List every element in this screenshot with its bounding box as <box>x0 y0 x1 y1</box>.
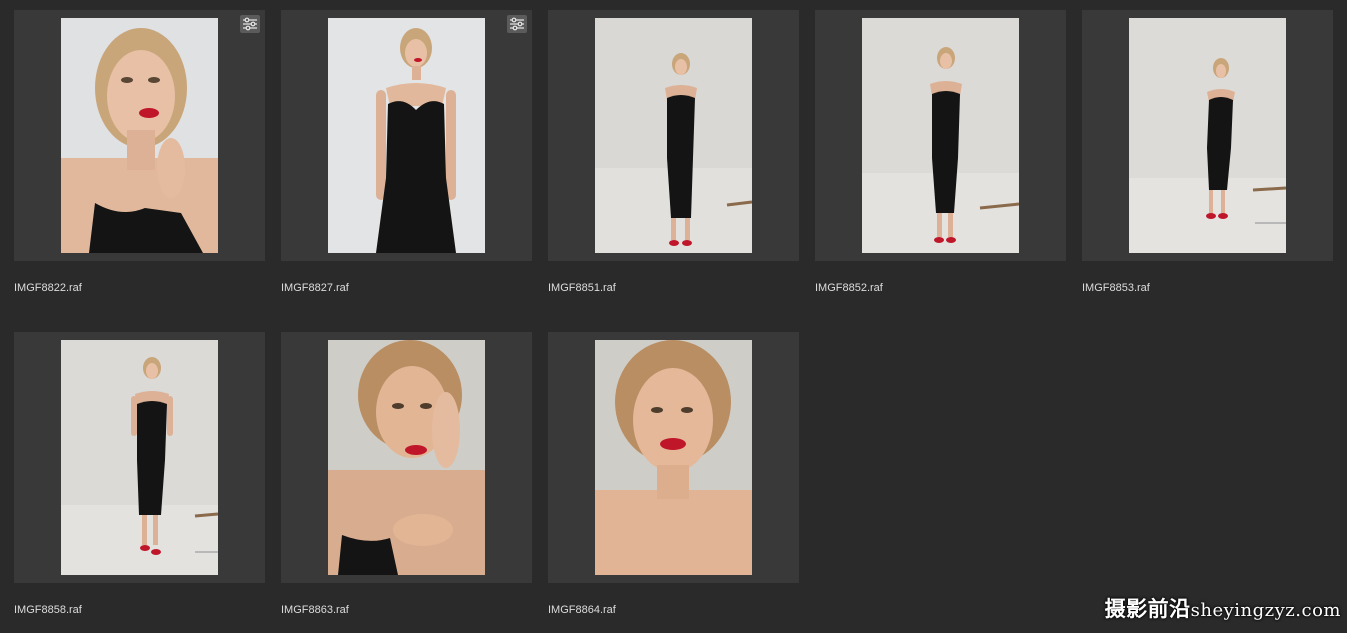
sliders-icon[interactable] <box>240 15 260 33</box>
photo-thumbnail[interactable] <box>61 340 218 575</box>
thumbnail-tile[interactable] <box>815 10 1066 261</box>
thumbnail-filename: IMGF8858.raf <box>14 604 82 616</box>
watermark-cjk: 摄影前沿 <box>1104 596 1191 621</box>
thumbnail-filename: IMGF8853.raf <box>1082 282 1150 294</box>
photo-thumbnail[interactable] <box>595 18 752 253</box>
photo-thumbnail[interactable] <box>61 18 218 253</box>
thumbnail-filename: IMGF8852.raf <box>815 282 883 294</box>
thumbnail-filename: IMGF8863.raf <box>281 604 349 616</box>
sliders-icon[interactable] <box>507 15 527 33</box>
thumbnail-filename: IMGF8827.raf <box>281 282 349 294</box>
photo-thumbnail[interactable] <box>328 340 485 575</box>
photo-thumbnail[interactable] <box>862 18 1019 253</box>
thumbnail-tile[interactable] <box>14 10 265 261</box>
thumbnail-tile[interactable] <box>281 332 532 583</box>
photo-thumbnail[interactable] <box>1129 18 1286 253</box>
thumbnail-grid: IMGF8822.raf IMGF8827.raf IMGF8851.raf I… <box>0 0 1347 633</box>
thumbnail-tile[interactable] <box>548 10 799 261</box>
photo-thumbnail[interactable] <box>595 340 752 575</box>
thumbnail-tile[interactable] <box>1082 10 1333 261</box>
watermark-latin: sheyingzyz.com <box>1190 600 1341 621</box>
thumbnail-tile[interactable] <box>281 10 532 261</box>
thumbnail-filename: IMGF8864.raf <box>548 604 616 616</box>
thumbnail-filename: IMGF8851.raf <box>548 282 616 294</box>
photo-thumbnail[interactable] <box>328 18 485 253</box>
thumbnail-tile[interactable] <box>14 332 265 583</box>
thumbnail-tile[interactable] <box>548 332 799 583</box>
thumbnail-filename: IMGF8822.raf <box>14 282 82 294</box>
watermark: 摄影前沿sheyingzyz.com <box>1105 593 1341 623</box>
